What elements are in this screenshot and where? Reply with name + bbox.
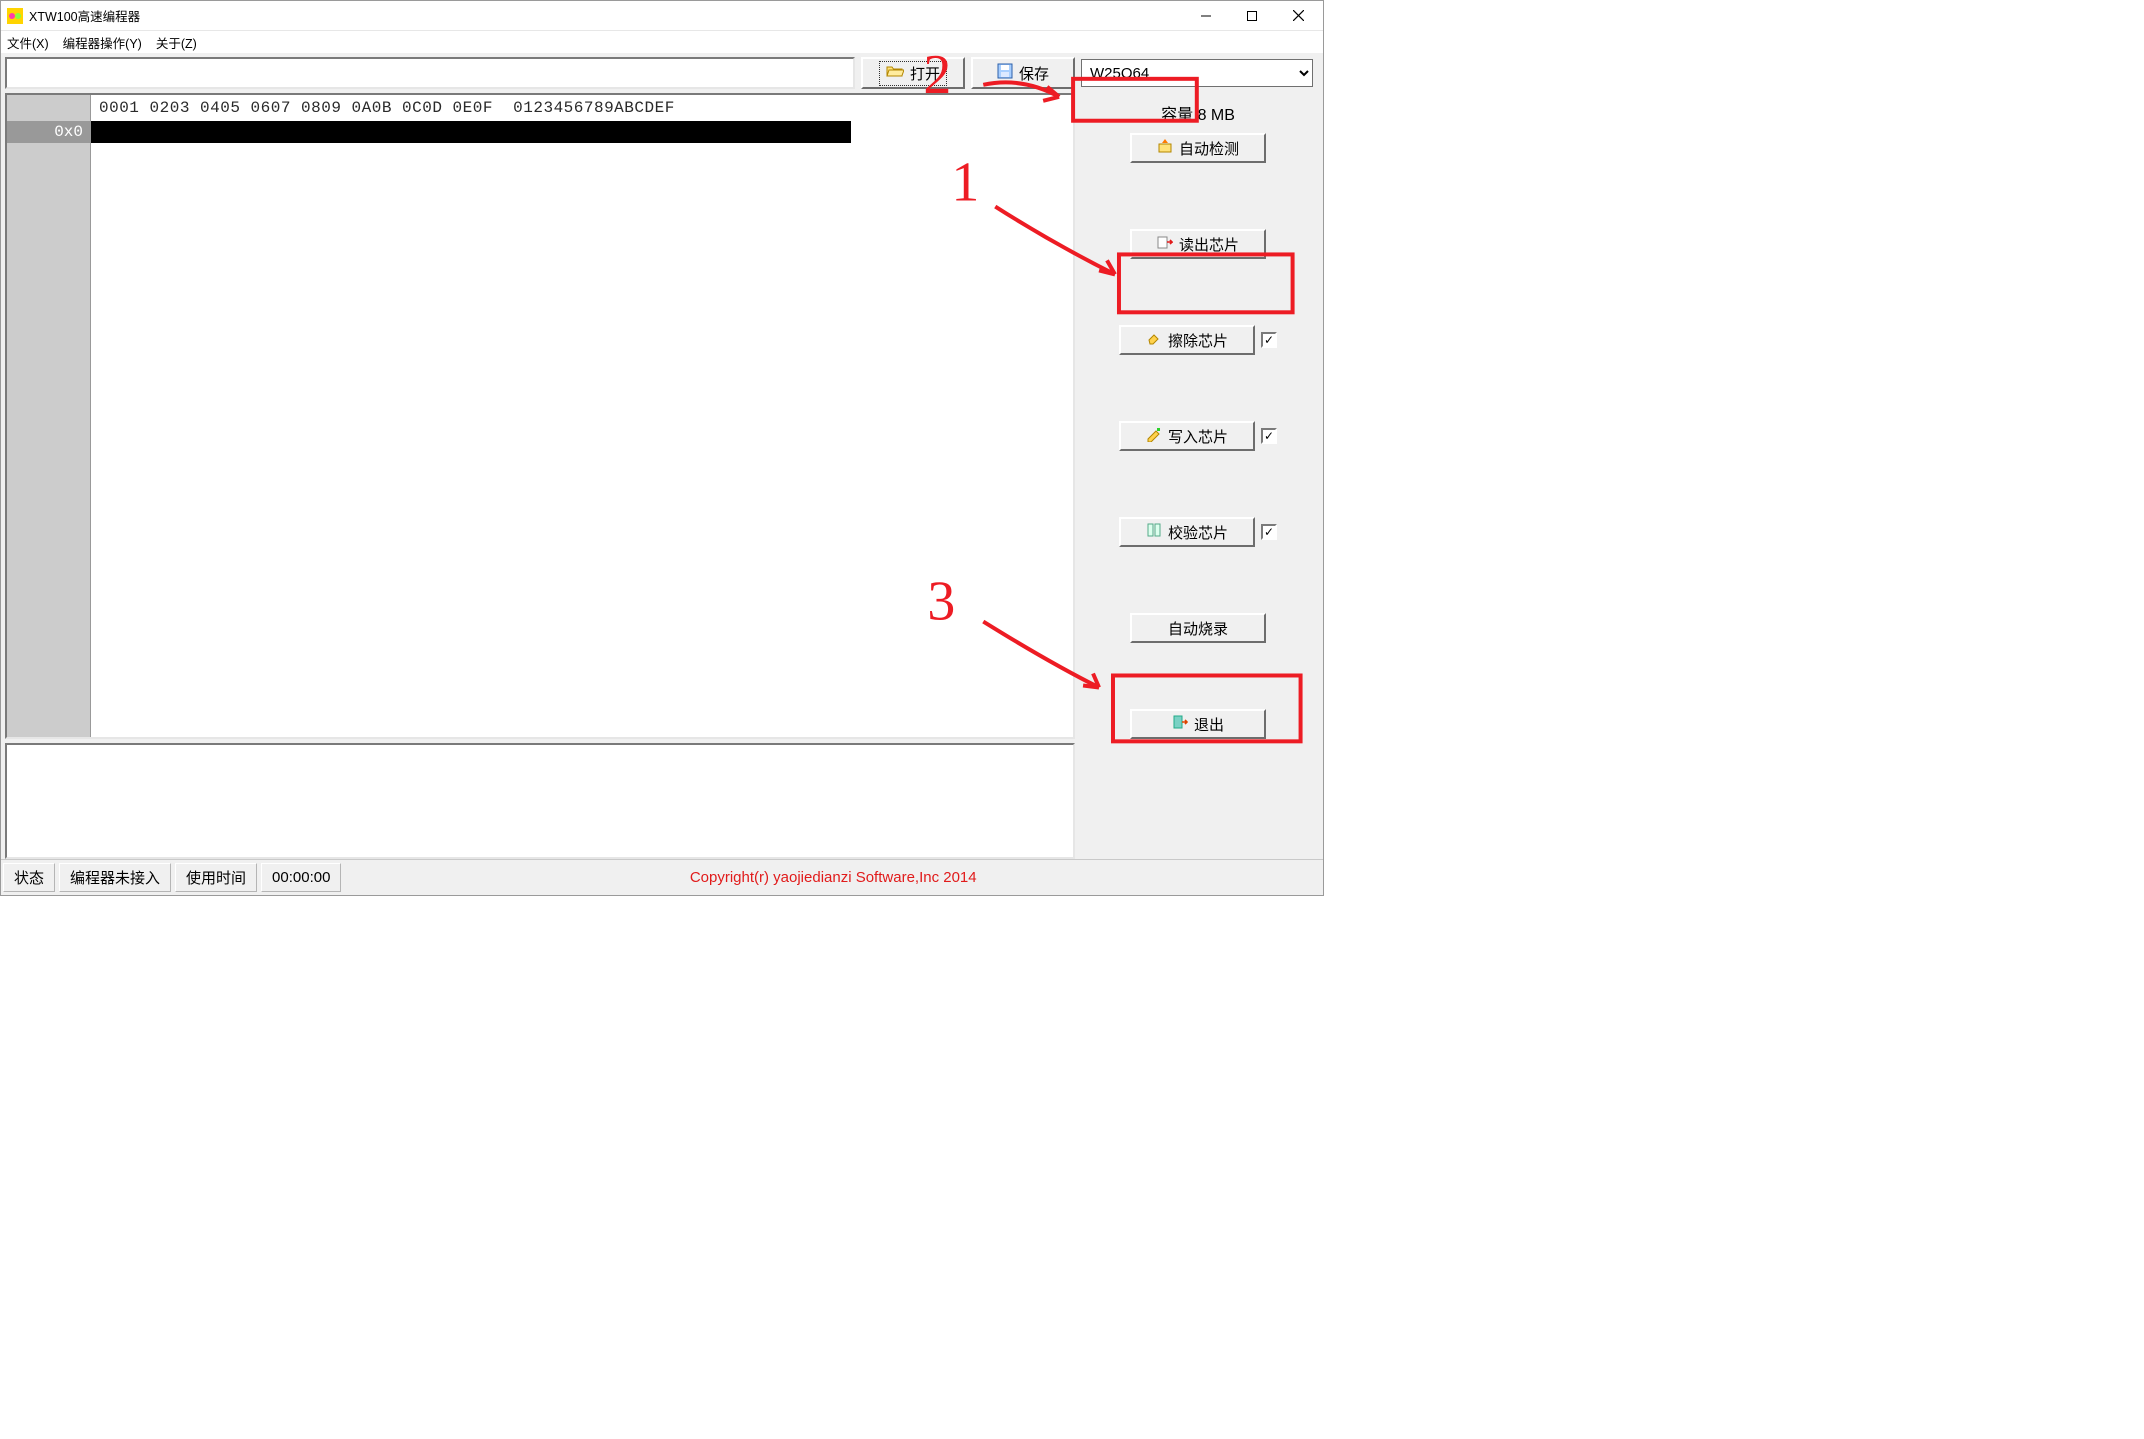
write-chip-button[interactable]: 写入芯片 xyxy=(1119,421,1255,451)
close-button[interactable] xyxy=(1275,1,1321,31)
open-button-label: 打开 xyxy=(910,63,940,84)
auto-detect-button[interactable]: 自动检测 xyxy=(1130,133,1266,163)
verify-checkbox[interactable] xyxy=(1261,524,1277,540)
status-label-cell: 状态 xyxy=(3,863,55,892)
save-button[interactable]: 保存 xyxy=(971,57,1075,89)
read-icon xyxy=(1157,234,1173,254)
folder-open-icon xyxy=(886,64,904,82)
status-connection: 编程器未接入 xyxy=(59,863,171,892)
status-copyright: Copyright(r) yaojiedianzi Software,Inc 2… xyxy=(343,860,1323,895)
erase-icon xyxy=(1146,330,1162,350)
hex-row-data xyxy=(91,121,851,143)
save-icon xyxy=(997,63,1013,83)
left-column: 打开 保存 0001 0203 0405 0607 0809 0A0B 0C0D… xyxy=(1,53,1075,859)
erase-chip-button[interactable]: 擦除芯片 xyxy=(1119,325,1255,355)
menu-programmer[interactable]: 编程器操作(Y) xyxy=(63,33,142,52)
menu-about[interactable]: 关于(Z) xyxy=(156,33,197,52)
save-button-label: 保存 xyxy=(1019,63,1049,84)
verify-icon xyxy=(1146,522,1162,542)
file-row: 打开 保存 xyxy=(1,53,1075,93)
menubar: 文件(X) 编程器操作(Y) 关于(Z) xyxy=(1,31,1323,53)
capacity-label: 容量 xyxy=(1161,107,1193,124)
minimize-button[interactable] xyxy=(1183,1,1229,31)
write-chip-label: 写入芯片 xyxy=(1168,426,1228,447)
exit-button[interactable]: 退出 xyxy=(1130,709,1266,739)
status-time-value: 00:00:00 xyxy=(261,863,341,892)
auto-burn-label: 自动烧录 xyxy=(1168,618,1228,639)
statusbar: 状态 编程器未接入 使用时间 00:00:00 Copyright(r) yao… xyxy=(1,859,1323,895)
read-chip-button[interactable]: 读出芯片 xyxy=(1130,229,1266,259)
hex-viewer[interactable]: 0001 0203 0405 0607 0809 0A0B 0C0D 0E0F … xyxy=(5,93,1075,739)
erase-checkbox[interactable] xyxy=(1261,332,1277,348)
capacity-row: 容量 8 MB xyxy=(1081,101,1315,125)
titlebar: XTW100高速编程器 xyxy=(1,1,1323,31)
capacity-value: 8 MB xyxy=(1198,107,1235,124)
hex-row-address: 0x0 xyxy=(7,121,91,143)
chip-select[interactable]: W25Q64 xyxy=(1081,59,1313,87)
workarea: 打开 保存 0001 0203 0405 0607 0809 0A0B 0C0D… xyxy=(1,53,1323,859)
log-panel[interactable] xyxy=(5,743,1075,859)
write-icon xyxy=(1146,426,1162,446)
window-title: XTW100高速编程器 xyxy=(29,6,140,25)
verify-chip-button[interactable]: 校验芯片 xyxy=(1119,517,1255,547)
maximize-button[interactable] xyxy=(1229,1,1275,31)
exit-label: 退出 xyxy=(1194,714,1224,735)
hex-address-gutter xyxy=(7,95,91,737)
erase-chip-label: 擦除芯片 xyxy=(1168,330,1228,351)
menu-file[interactable]: 文件(X) xyxy=(7,33,49,52)
status-time-label: 使用时间 xyxy=(175,863,257,892)
app-icon xyxy=(7,8,23,24)
exit-icon xyxy=(1172,714,1188,734)
read-chip-label: 读出芯片 xyxy=(1179,234,1239,255)
open-button[interactable]: 打开 xyxy=(861,57,965,89)
hex-column-header: 0001 0203 0405 0607 0809 0A0B 0C0D 0E0F … xyxy=(91,95,1073,121)
filepath-input[interactable] xyxy=(5,57,855,89)
auto-detect-label: 自动检测 xyxy=(1179,138,1239,159)
verify-chip-label: 校验芯片 xyxy=(1168,522,1228,543)
detect-icon xyxy=(1157,138,1173,158)
auto-burn-button[interactable]: 自动烧录 xyxy=(1130,613,1266,643)
right-sidebar: W25Q64 容量 8 MB 自动检测 读出芯片 xyxy=(1075,53,1323,859)
write-checkbox[interactable] xyxy=(1261,428,1277,444)
